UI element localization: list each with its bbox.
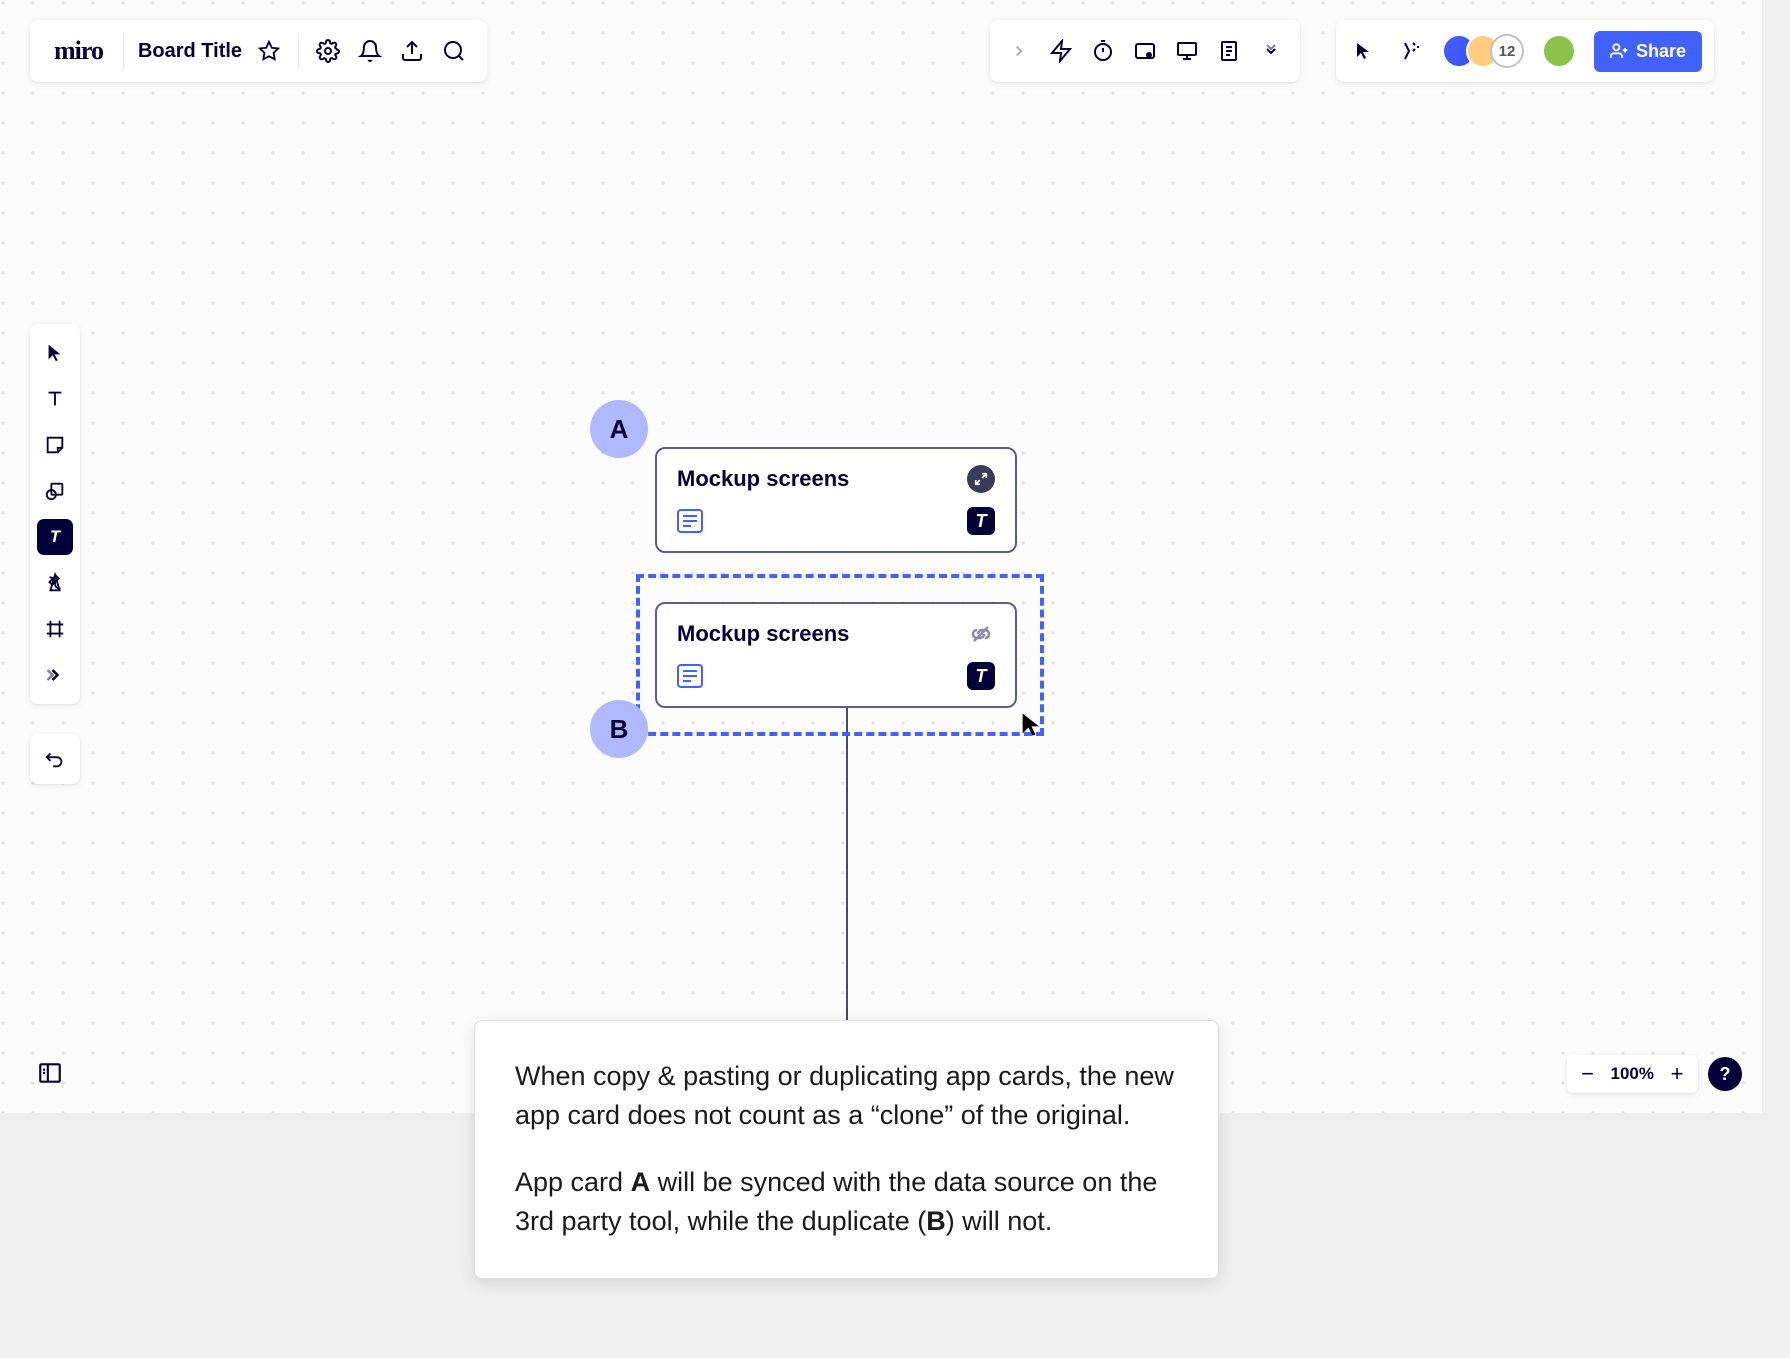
description-icon [677, 664, 703, 688]
timer-icon[interactable] [1082, 30, 1124, 72]
export-icon[interactable] [391, 30, 433, 72]
collaborator-avatars[interactable]: 12 [1442, 34, 1524, 68]
zoom-out-button[interactable]: − [1575, 1061, 1601, 1087]
notes-icon[interactable] [1208, 30, 1250, 72]
slides-panel-toggle[interactable] [30, 1053, 70, 1093]
description-icon [677, 509, 703, 533]
cursor-icon [1018, 710, 1046, 743]
card-title: Mockup screens [677, 466, 849, 492]
select-tool[interactable] [35, 330, 75, 376]
top-collab-toolbar [990, 20, 1300, 82]
label-badge-a: A [590, 400, 648, 458]
notifications-icon[interactable] [349, 30, 391, 72]
top-left-toolbar: miro Board Title [30, 20, 487, 82]
chevron-right-icon[interactable] [998, 30, 1040, 72]
more-icon[interactable] [1250, 30, 1292, 72]
text-tool[interactable] [35, 376, 75, 422]
app-card-a[interactable]: Mockup screens T [655, 447, 1017, 553]
divider [298, 33, 299, 69]
share-button-label: Share [1636, 41, 1686, 62]
app-card-b[interactable]: Mockup screens T [655, 602, 1017, 708]
divider [123, 33, 124, 69]
undo-button[interactable] [35, 739, 75, 779]
star-icon[interactable] [248, 30, 290, 72]
share-button[interactable]: Share [1594, 31, 1702, 72]
help-button[interactable]: ? [1708, 1057, 1742, 1091]
connector-line [846, 700, 848, 1020]
zoom-level[interactable]: 100% [1611, 1064, 1654, 1084]
integration-badge-icon: T [967, 507, 995, 535]
avatar-overflow-count[interactable]: 12 [1490, 34, 1524, 68]
app-card-tool[interactable]: T [37, 519, 73, 555]
current-user-avatar[interactable] [1542, 34, 1576, 68]
top-share-toolbar: 12 Share [1336, 20, 1714, 82]
unlink-icon[interactable] [967, 620, 995, 648]
more-tools[interactable] [35, 652, 75, 698]
label-badge-b: B [590, 700, 648, 758]
miro-logo[interactable]: miro [42, 36, 115, 66]
undo-toolbar [30, 734, 80, 784]
card-title: Mockup screens [677, 621, 849, 647]
expand-icon[interactable] [967, 465, 995, 493]
svg-text:T: T [50, 527, 62, 546]
explanation-paragraph-1: When copy & pasting or duplicating app c… [515, 1057, 1178, 1135]
cursor-icon[interactable] [1344, 30, 1386, 72]
zoom-controls: − 100% + [1567, 1055, 1698, 1093]
shape-tool[interactable] [35, 468, 75, 514]
comments-icon[interactable] [1124, 30, 1166, 72]
board-title[interactable]: Board Title [132, 40, 248, 63]
sticky-note-tool[interactable] [35, 422, 75, 468]
frame-tool[interactable] [35, 606, 75, 652]
reactions-icon[interactable] [1390, 30, 1432, 72]
explanation-callout: When copy & pasting or duplicating app c… [474, 1020, 1219, 1279]
explanation-paragraph-2: App card A will be synced with the data … [515, 1163, 1178, 1241]
settings-icon[interactable] [307, 30, 349, 72]
pen-tool[interactable] [35, 560, 75, 606]
integration-badge-icon: T [967, 662, 995, 690]
zoom-in-button[interactable]: + [1664, 1061, 1690, 1087]
canvas[interactable]: miro Board Title [0, 0, 1762, 1113]
search-icon[interactable] [433, 30, 475, 72]
left-tool-toolbar: T [30, 324, 80, 704]
lightning-icon[interactable] [1040, 30, 1082, 72]
presentation-icon[interactable] [1166, 30, 1208, 72]
